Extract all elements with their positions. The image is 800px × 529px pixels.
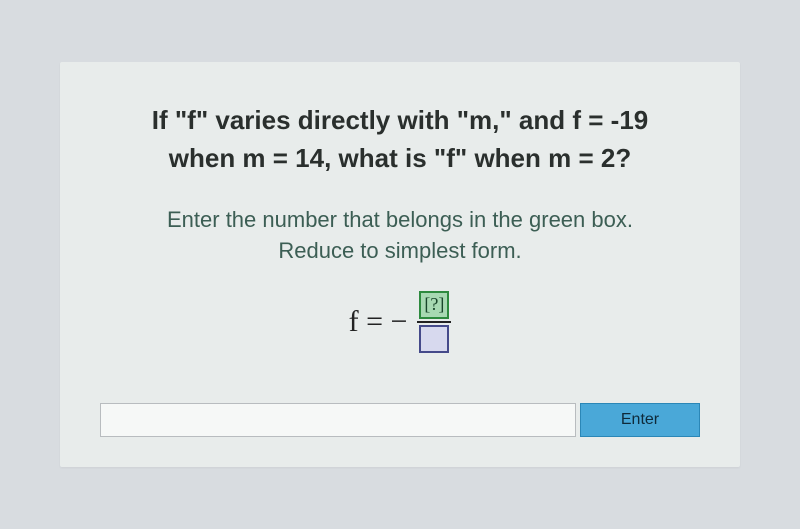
enter-button[interactable]: Enter xyxy=(580,403,700,437)
fraction: [?] xyxy=(417,291,451,353)
numerator-box[interactable]: [?] xyxy=(419,291,449,319)
question-text: If "f" varies directly with "m," and f =… xyxy=(100,102,700,177)
question-line-2: when m = 14, what is "f" when m = 2? xyxy=(169,143,631,173)
fraction-bar xyxy=(417,321,451,323)
instruction-line-2: Reduce to simplest form. xyxy=(278,238,521,263)
equation-lhs: f = − xyxy=(349,305,408,339)
instruction-text: Enter the number that belongs in the gre… xyxy=(100,205,700,267)
equation: f = − [?] xyxy=(100,291,700,353)
answer-input[interactable] xyxy=(100,403,576,437)
problem-card: If "f" varies directly with "m," and f =… xyxy=(60,62,740,467)
question-line-1: If "f" varies directly with "m," and f =… xyxy=(152,105,649,135)
denominator-box[interactable] xyxy=(419,325,449,353)
numerator-placeholder: [?] xyxy=(424,294,444,315)
answer-row: Enter xyxy=(100,403,700,437)
instruction-line-1: Enter the number that belongs in the gre… xyxy=(167,207,633,232)
